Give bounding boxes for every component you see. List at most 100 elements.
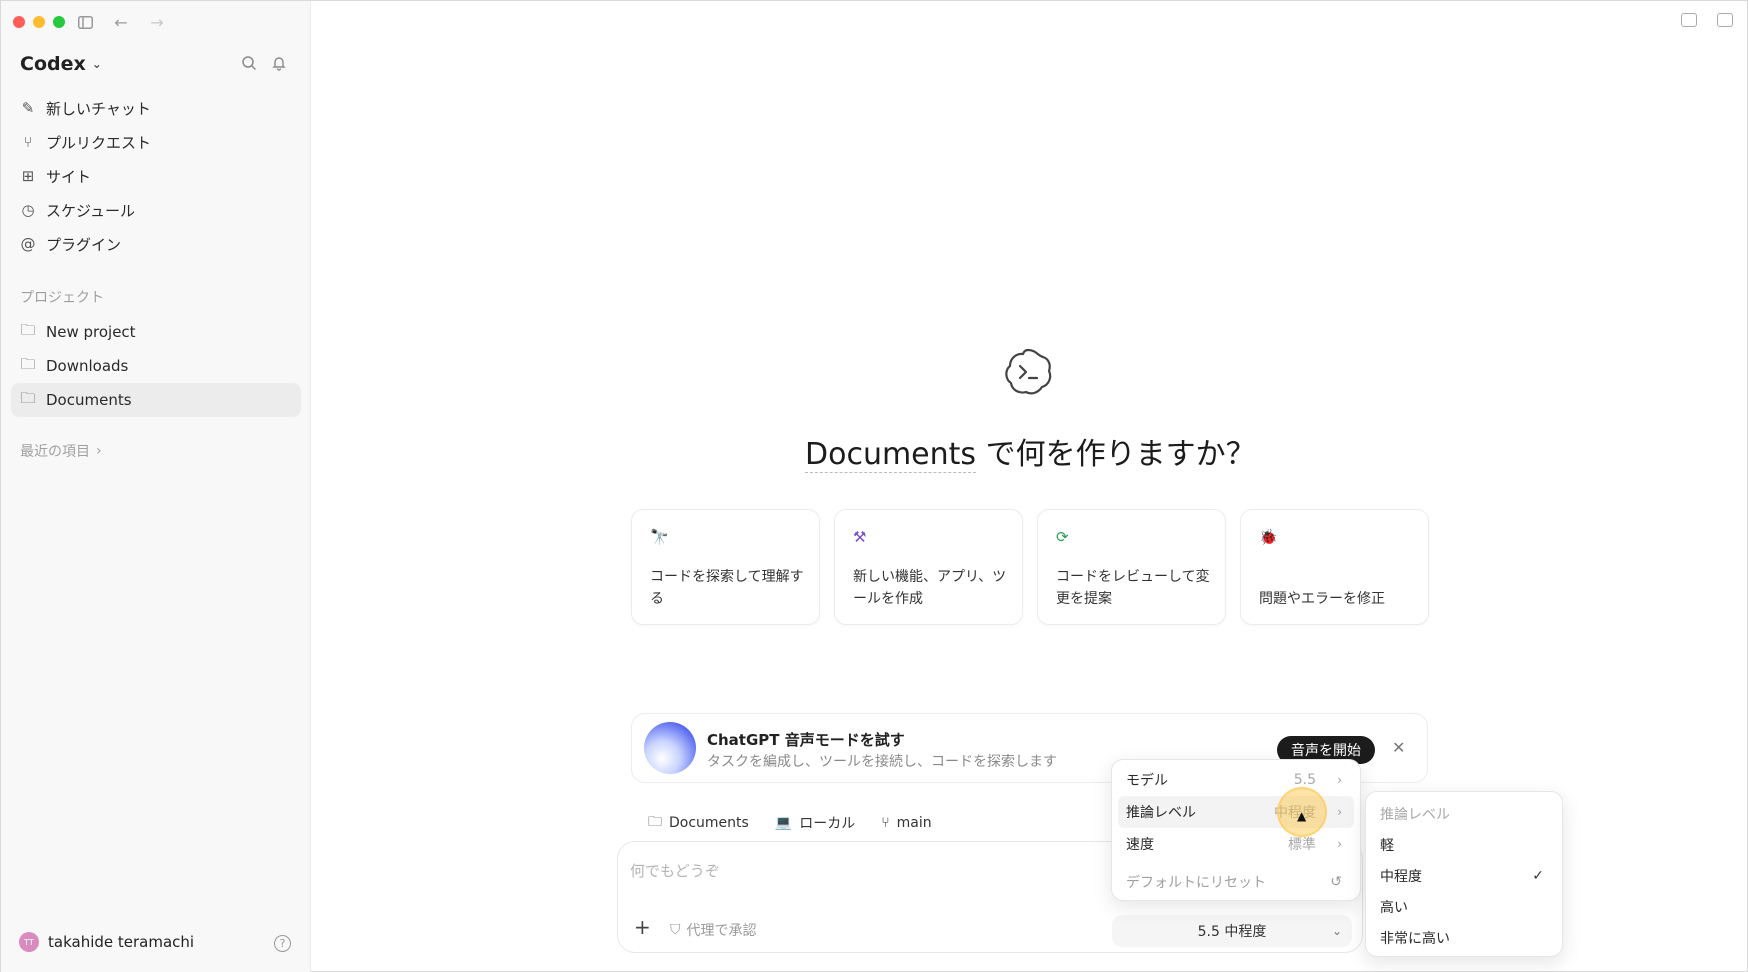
approval-mode-button[interactable]: ⛉ 代理で承認 — [670, 920, 757, 940]
nav-label: プルリクエスト — [46, 133, 152, 152]
suggestion-card[interactable]: ⚒ 新しい機能、アプリ、ツールを作成 — [834, 509, 1023, 625]
project-label: Downloads — [46, 357, 129, 375]
menu-item-model[interactable]: モデル 5.5 › — [1118, 764, 1354, 796]
brand-actions — [241, 55, 287, 71]
voice-orb-icon — [644, 722, 696, 774]
card-text: コードを探索して理解する — [650, 569, 804, 607]
context-folder[interactable]: 🗀 Documents — [648, 811, 749, 835]
close-window-button[interactable] — [13, 16, 25, 28]
voice-subtitle: タスクを編成し、ツールを接続し、コードを探索します — [707, 754, 1057, 770]
back-arrow-icon[interactable]: ← — [109, 11, 133, 33]
chevron-right-icon: › — [96, 443, 102, 459]
context-folder-label: Documents — [669, 815, 749, 831]
submenu-option-label: 非常に高い — [1380, 930, 1450, 947]
context-env-label: ローカル — [799, 816, 856, 832]
model-settings-menu: モデル 5.5 › 推論レベル 中程度 › 速度 標準 › デフォルトにリセット… — [1111, 759, 1361, 901]
help-icon[interactable]: ? — [274, 935, 291, 952]
suggestion-card[interactable]: 🔭 コードを探索して理解する — [631, 509, 820, 625]
menu-item-label: デフォルトにリセット — [1126, 875, 1266, 891]
add-attachment-button[interactable]: + — [634, 915, 651, 939]
window-layout-icons — [1681, 13, 1733, 27]
user-name: takahide teramachi — [48, 933, 195, 951]
chevron-right-icon: › — [1337, 805, 1342, 819]
suggestion-card[interactable]: ⟳ コードをレビューして変更を提案 — [1037, 509, 1226, 625]
project-label: New project — [46, 323, 136, 341]
approval-label: 代理で承認 — [686, 923, 757, 939]
codex-logo-icon — [1005, 348, 1052, 395]
telescope-icon: 🔭 — [650, 528, 669, 546]
submenu-option-label: 軽 — [1380, 837, 1394, 854]
project-item[interactable]: 🗀 Downloads — [11, 349, 301, 383]
close-icon[interactable]: ✕ — [1392, 738, 1405, 757]
at-icon: @ — [20, 235, 36, 253]
nav-schedule[interactable]: ◷ スケジュール — [11, 193, 301, 227]
refresh-review-icon: ⟳ — [1056, 528, 1069, 546]
terminal-panel-icon[interactable] — [1681, 13, 1697, 27]
mouse-pointer-icon: ▲ — [1297, 809, 1307, 823]
grid-icon: ⊞ — [21, 167, 35, 185]
forward-arrow-icon[interactable]: → — [145, 11, 169, 33]
suggestion-card[interactable]: 🐞 問題やエラーを修正 — [1240, 509, 1429, 625]
voice-title: ChatGPT 音声モードを試す — [707, 731, 905, 749]
workspace-switcher[interactable]: Codex ⌄ — [20, 53, 102, 75]
model-selector[interactable]: 5.5 中程度 ⌄ — [1112, 915, 1352, 947]
menu-item-label: 推論レベル — [1126, 805, 1196, 821]
chevron-right-icon: › — [1337, 773, 1342, 787]
card-text: 問題やエラーを修正 — [1259, 591, 1385, 607]
checkmark-icon: ✓ — [1532, 867, 1544, 884]
menu-item-value: 5.5 — [1293, 772, 1316, 788]
user-profile[interactable]: TT takahide teramachi — [19, 932, 194, 952]
submenu-option-high[interactable]: 高い — [1372, 891, 1556, 922]
model-selector-label: 5.5 中程度 — [1197, 924, 1267, 940]
menu-item-value: 標準 — [1288, 837, 1316, 853]
menu-item-label: 速度 — [1126, 837, 1154, 853]
laptop-icon: 💻 — [774, 815, 793, 831]
menu-item-label: モデル — [1126, 773, 1168, 789]
menu-item-speed[interactable]: 速度 標準 › — [1118, 828, 1354, 860]
nav-label: 新しいチャット — [46, 99, 151, 118]
brand-title: Codex — [20, 53, 86, 75]
minimize-window-button[interactable] — [33, 16, 45, 28]
project-item-active[interactable]: 🗀 Documents — [11, 383, 301, 417]
clock-icon: ◷ — [21, 201, 35, 219]
submenu-option-medium[interactable]: 中程度 ✓ — [1372, 860, 1556, 891]
recent-items-link[interactable]: 最近の項目 › — [20, 441, 102, 461]
branch-icon: ⑂ — [881, 815, 890, 831]
pull-request-icon: ⑂ — [23, 133, 33, 151]
edit-icon: ✎ — [21, 99, 35, 117]
zoom-window-button[interactable] — [53, 16, 65, 28]
context-branch[interactable]: ⑂ main — [881, 811, 931, 835]
hammer-icon: ⚒ — [853, 528, 867, 546]
nav-label: スケジュール — [46, 201, 135, 220]
right-panel-icon[interactable] — [1717, 13, 1733, 27]
bell-icon[interactable] — [271, 55, 287, 71]
reasoning-submenu: 推論レベル 軽 中程度 ✓ 高い 非常に高い — [1365, 791, 1563, 957]
nav-new-chat[interactable]: ✎ 新しいチャット — [11, 91, 301, 125]
card-text: コードをレビューして変更を提案 — [1056, 569, 1210, 607]
sidebar-toggle-icon[interactable] — [73, 11, 97, 33]
submenu-option-light[interactable]: 軽 — [1372, 829, 1556, 860]
card-text: 新しい機能、アプリ、ツールを作成 — [853, 569, 1007, 607]
reset-icon: ↺ — [1330, 874, 1342, 890]
bug-icon: 🐞 — [1259, 528, 1278, 546]
nav-pull-requests[interactable]: ⑂ プルリクエスト — [11, 125, 301, 159]
project-label: Documents — [46, 391, 132, 409]
submenu-option-very-high[interactable]: 非常に高い — [1372, 922, 1556, 953]
folder-icon: 🗀 — [20, 388, 36, 407]
menu-item-reset[interactable]: デフォルトにリセット ↺ — [1118, 866, 1354, 898]
avatar: TT — [19, 932, 39, 952]
nav-plugins[interactable]: @ プラグイン — [11, 227, 301, 261]
window-controls — [13, 16, 65, 28]
sidebar: ← → Codex ⌄ ✎ 新しいチャット ⑂ プルリクエスト ⊞ サイト ◷ … — [1, 1, 311, 972]
app-window: ← → Codex ⌄ ✎ 新しいチャット ⑂ プルリクエスト ⊞ サイト ◷ … — [0, 0, 1748, 972]
hero-project-name[interactable]: Documents — [805, 437, 977, 473]
project-item[interactable]: 🗀 New project — [11, 315, 301, 349]
prompt-input[interactable]: 何でもどうぞ — [630, 860, 720, 881]
folder-icon: 🗀 — [20, 320, 36, 339]
search-icon[interactable] — [241, 55, 257, 71]
chevron-down-icon: ⌄ — [1331, 924, 1342, 938]
folder-icon: 🗀 — [648, 814, 662, 830]
nav-sites[interactable]: ⊞ サイト — [11, 159, 301, 193]
context-environment[interactable]: 💻 ローカル — [775, 811, 855, 835]
projects-list: 🗀 New project 🗀 Downloads 🗀 Documents — [11, 315, 301, 417]
